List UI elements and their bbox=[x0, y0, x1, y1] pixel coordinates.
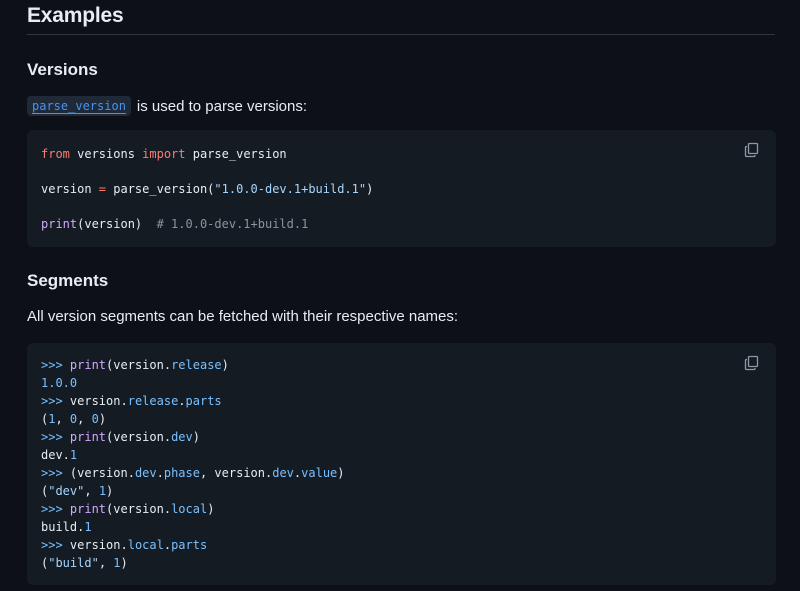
property: release bbox=[127, 394, 179, 408]
readme-page: Examples Versions parse_version is used … bbox=[0, 0, 800, 591]
keyword: from bbox=[41, 147, 70, 161]
number: 0 bbox=[91, 412, 99, 426]
repl-prompt: >>> bbox=[41, 502, 63, 516]
copy-button[interactable] bbox=[744, 355, 762, 373]
code-text: . bbox=[163, 538, 172, 552]
property: parts bbox=[171, 538, 208, 552]
property: parts bbox=[185, 394, 222, 408]
builtin-function: print bbox=[62, 358, 107, 372]
operator: = bbox=[98, 182, 107, 196]
property: dev bbox=[134, 466, 157, 480]
versions-paragraph: parse_version is used to parse versions: bbox=[27, 96, 307, 116]
code-line: version = parse_version("1.0.0-dev.1+bui… bbox=[41, 181, 373, 197]
property: dev bbox=[171, 430, 193, 444]
repl-prompt: >>> bbox=[41, 394, 63, 408]
examples-heading: Examples bbox=[27, 0, 775, 35]
code-text: ) bbox=[120, 556, 128, 570]
string-literal: "dev" bbox=[48, 484, 85, 498]
code-block-segments: >>> print(version.release) 1.0.0 >>> ver… bbox=[27, 343, 776, 585]
repl-prompt: >>> bbox=[41, 358, 63, 372]
code-text: , version. bbox=[199, 466, 273, 480]
code-text: dev. bbox=[41, 448, 70, 462]
segments-heading: Segments bbox=[27, 271, 109, 290]
code-text: ) bbox=[207, 502, 215, 516]
module-name: versions bbox=[69, 147, 143, 161]
code-text: . bbox=[156, 466, 164, 480]
code-text: (version. bbox=[106, 358, 172, 372]
repl-prompt: >>> bbox=[41, 430, 63, 444]
code-line: >>> print(version.dev) bbox=[41, 429, 200, 445]
number: 1 bbox=[113, 556, 121, 570]
code-text: build. bbox=[41, 520, 85, 534]
builtin-function: print bbox=[41, 217, 78, 231]
code-text: ) bbox=[106, 484, 114, 498]
code-line: print(version) # 1.0.0-dev.1+build.1 bbox=[41, 216, 308, 232]
code-text: ) bbox=[98, 412, 107, 426]
code-text: , bbox=[98, 556, 114, 570]
code-line: dev.1 bbox=[41, 447, 77, 463]
args: (version) bbox=[77, 217, 157, 231]
versions-paragraph-text: is used to parse versions: bbox=[136, 97, 308, 115]
code-line: ("dev", 1) bbox=[41, 483, 113, 499]
paren: ) bbox=[366, 182, 374, 196]
code-line: >>> (version.dev.phase, version.dev.valu… bbox=[41, 465, 345, 481]
property: local bbox=[171, 502, 208, 516]
builtin-function: print bbox=[62, 502, 107, 516]
code-comment: # 1.0.0-dev.1+build.1 bbox=[156, 217, 309, 231]
code-line: from versions import parse_version bbox=[41, 146, 287, 162]
code-text: (version. bbox=[62, 466, 135, 480]
code-text: (version. bbox=[106, 430, 172, 444]
segments-paragraph: All version segments can be fetched with… bbox=[27, 308, 459, 325]
property: local bbox=[127, 538, 164, 552]
string-literal: "1.0.0-dev.1+build.1" bbox=[214, 182, 367, 196]
code-line: ("build", 1) bbox=[41, 555, 128, 571]
code-text: (version. bbox=[106, 502, 172, 516]
property: value bbox=[301, 466, 338, 480]
string-literal: "build" bbox=[48, 556, 99, 570]
copy-icon bbox=[744, 355, 759, 371]
number: 1 bbox=[98, 484, 107, 498]
code-text: version. bbox=[62, 394, 128, 408]
property: dev bbox=[272, 466, 294, 480]
code-text: ) bbox=[192, 430, 200, 444]
code-text: , bbox=[84, 484, 99, 498]
code-line: >>> print(version.release) bbox=[41, 357, 229, 373]
variable: version bbox=[41, 182, 99, 196]
builtin-function: print bbox=[62, 430, 107, 444]
keyword: import bbox=[142, 147, 186, 161]
code-line: 1.0.0 bbox=[41, 375, 77, 391]
code-line: (1, 0, 0) bbox=[41, 411, 106, 427]
copy-icon bbox=[744, 142, 759, 158]
property: phase bbox=[163, 466, 200, 480]
code-block-parse-version: from versions import parse_version versi… bbox=[27, 130, 776, 247]
versions-heading: Versions bbox=[27, 60, 98, 79]
function-call: parse_version( bbox=[106, 182, 215, 196]
code-line: >>> version.local.parts bbox=[41, 537, 207, 553]
code-line: >>> print(version.local) bbox=[41, 501, 214, 517]
number: 1 bbox=[84, 520, 92, 534]
output-value: 1.0.0 bbox=[41, 376, 78, 390]
copy-button[interactable] bbox=[744, 142, 762, 160]
code-text: ) bbox=[337, 466, 345, 480]
code-text: , bbox=[55, 412, 70, 426]
code-text: , bbox=[77, 412, 92, 426]
property: release bbox=[171, 358, 222, 372]
code-text: version. bbox=[62, 538, 128, 552]
code-line: build.1 bbox=[41, 519, 92, 535]
code-line: >>> version.release.parts bbox=[41, 393, 222, 409]
code-text: ) bbox=[221, 358, 229, 372]
repl-prompt: >>> bbox=[41, 466, 63, 480]
code-text: . bbox=[178, 394, 186, 408]
parse-version-link[interactable]: parse_version bbox=[27, 96, 131, 116]
repl-prompt: >>> bbox=[41, 538, 63, 552]
number: 1 bbox=[69, 448, 78, 462]
imported-name: parse_version bbox=[185, 147, 287, 161]
